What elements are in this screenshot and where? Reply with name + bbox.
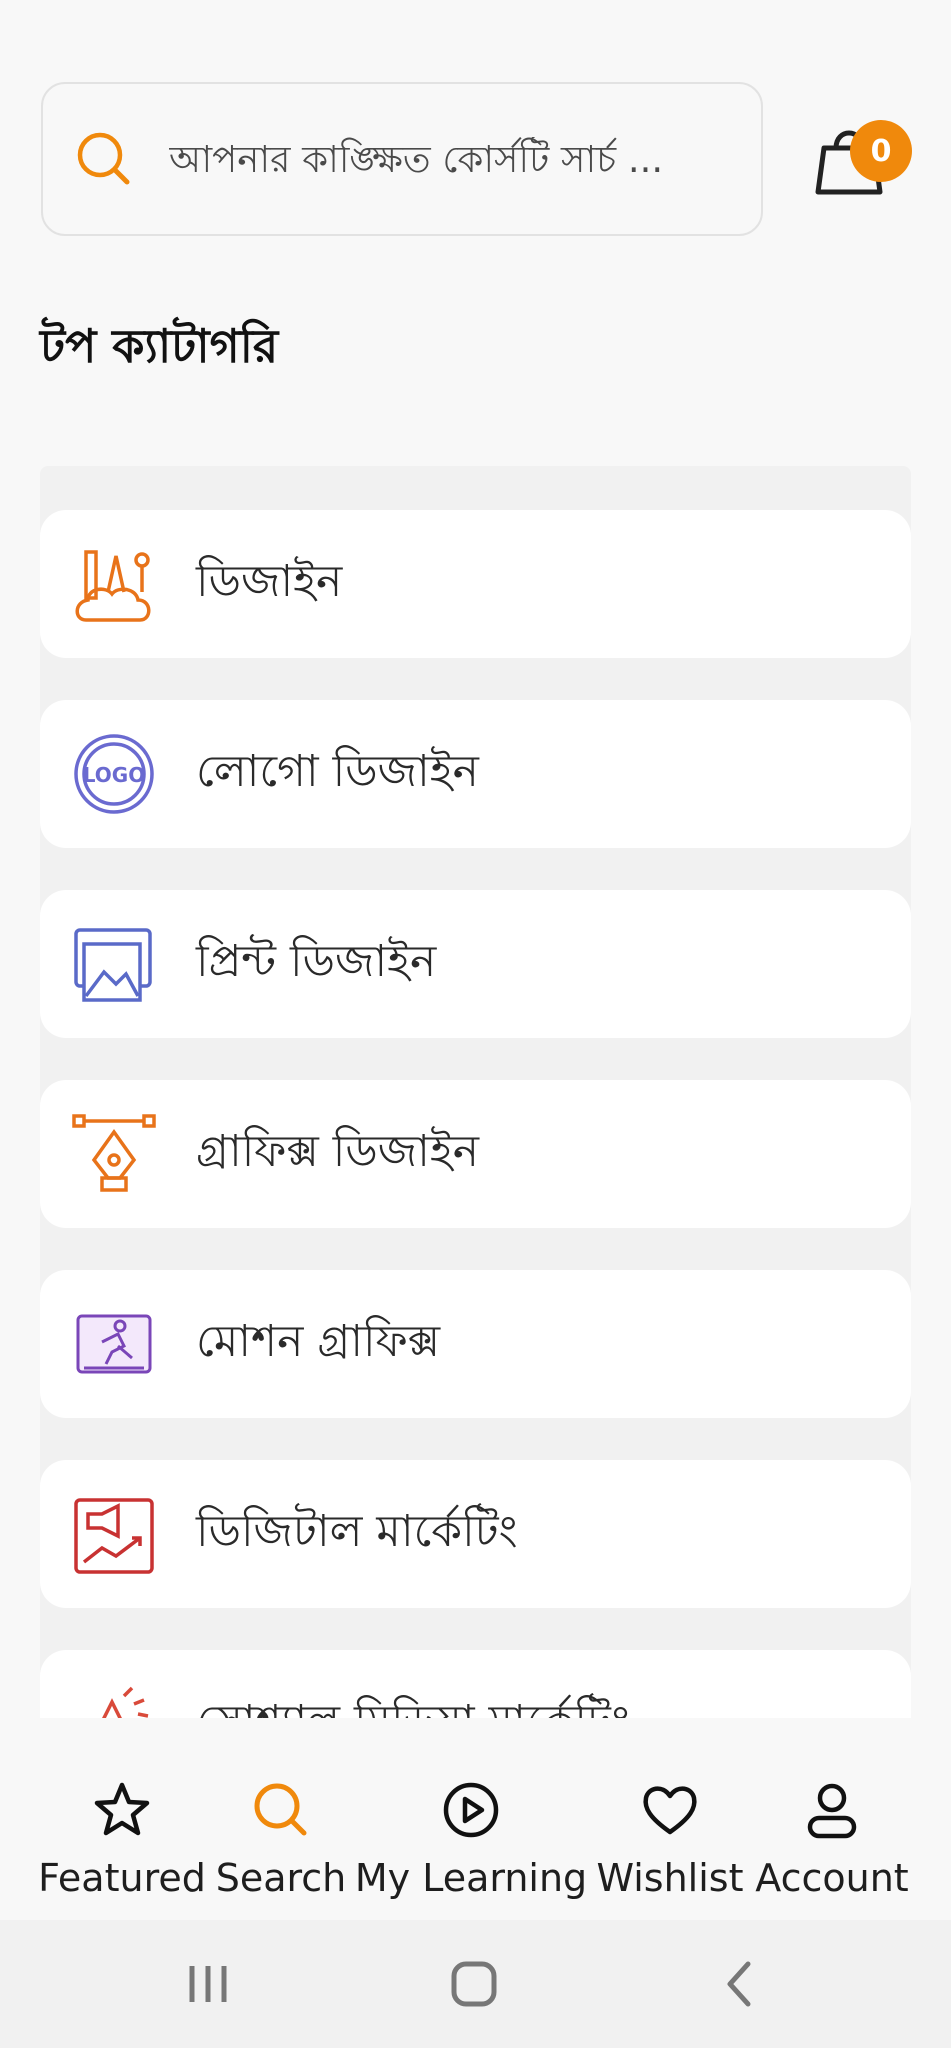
section-title: টপ ক্যাটাগরি	[40, 319, 279, 373]
play-circle-icon	[441, 1780, 501, 1840]
search-icon	[75, 130, 133, 188]
category-label: সোশ্যাল মিডিয়া মার্কেটিং	[196, 1688, 630, 1719]
category-item-motion-graphics[interactable]: মোশন গ্রাফিক্স	[40, 1270, 911, 1418]
nav-label: Search	[215, 1856, 347, 1900]
nav-account[interactable]: Account	[752, 1718, 912, 1920]
system-navigation-bar	[0, 1920, 951, 2048]
category-label: গ্রাফিক্স ডিজাইন	[196, 1125, 480, 1177]
nav-featured[interactable]: Featured	[22, 1718, 222, 1920]
category-label: মোশন গ্রাফিক্স	[196, 1315, 441, 1367]
megaphone-chart-icon	[72, 1492, 156, 1576]
category-label: প্রিন্ট ডিজাইন	[196, 935, 437, 987]
category-item-design[interactable]: ডিজাইন	[40, 510, 911, 658]
category-label: ডিজাইন	[196, 555, 343, 607]
home-icon[interactable]	[444, 1954, 504, 2014]
pen-tool-icon	[72, 1112, 156, 1196]
motion-runner-icon	[72, 1302, 156, 1386]
nav-my-learning[interactable]: My Learning	[355, 1718, 587, 1920]
category-label: লোগো ডিজাইন	[196, 745, 479, 797]
nav-label: Featured	[38, 1856, 206, 1900]
category-item-social-media-marketing[interactable]: সোশ্যাল মিডিয়া মার্কেটিং	[40, 1650, 911, 1718]
back-icon[interactable]	[710, 1954, 770, 2014]
nav-label: My Learning	[354, 1856, 588, 1900]
logo-badge-icon: LOGO	[72, 732, 156, 816]
category-item-logo-design[interactable]: LOGO লোগো ডিজাইন	[40, 700, 911, 848]
print-image-icon	[72, 922, 156, 1006]
heart-icon	[640, 1780, 700, 1840]
search-icon	[251, 1780, 311, 1840]
category-item-graphics-design[interactable]: গ্রাফিক্স ডিজাইন	[40, 1080, 911, 1228]
nav-label: Wishlist	[596, 1856, 744, 1900]
bottom-navigation: Featured Search My Learning Wishlist Acc…	[0, 1718, 951, 1920]
nav-search[interactable]: Search	[200, 1718, 362, 1920]
user-icon	[802, 1780, 862, 1840]
category-label: ডিজিটাল মার্কেটিং	[196, 1505, 518, 1557]
search-bar[interactable]	[41, 82, 763, 236]
nav-label: Account	[755, 1856, 909, 1900]
social-media-icon	[72, 1682, 156, 1718]
star-icon	[92, 1780, 152, 1840]
nav-wishlist[interactable]: Wishlist	[590, 1718, 750, 1920]
design-tools-icon	[72, 542, 156, 626]
category-list: ডিজাইন LOGO লোগো ডিজাইন প্রিন্ট ডিজাইন গ…	[40, 466, 911, 1718]
cart-count-badge: 0	[850, 120, 912, 182]
recent-apps-icon[interactable]	[178, 1954, 238, 2014]
category-item-print-design[interactable]: প্রিন্ট ডিজাইন	[40, 890, 911, 1038]
category-item-digital-marketing[interactable]: ডিজিটাল মার্কেটিং	[40, 1460, 911, 1608]
svg-text:LOGO: LOGO	[83, 763, 145, 787]
search-input[interactable]	[167, 136, 731, 182]
